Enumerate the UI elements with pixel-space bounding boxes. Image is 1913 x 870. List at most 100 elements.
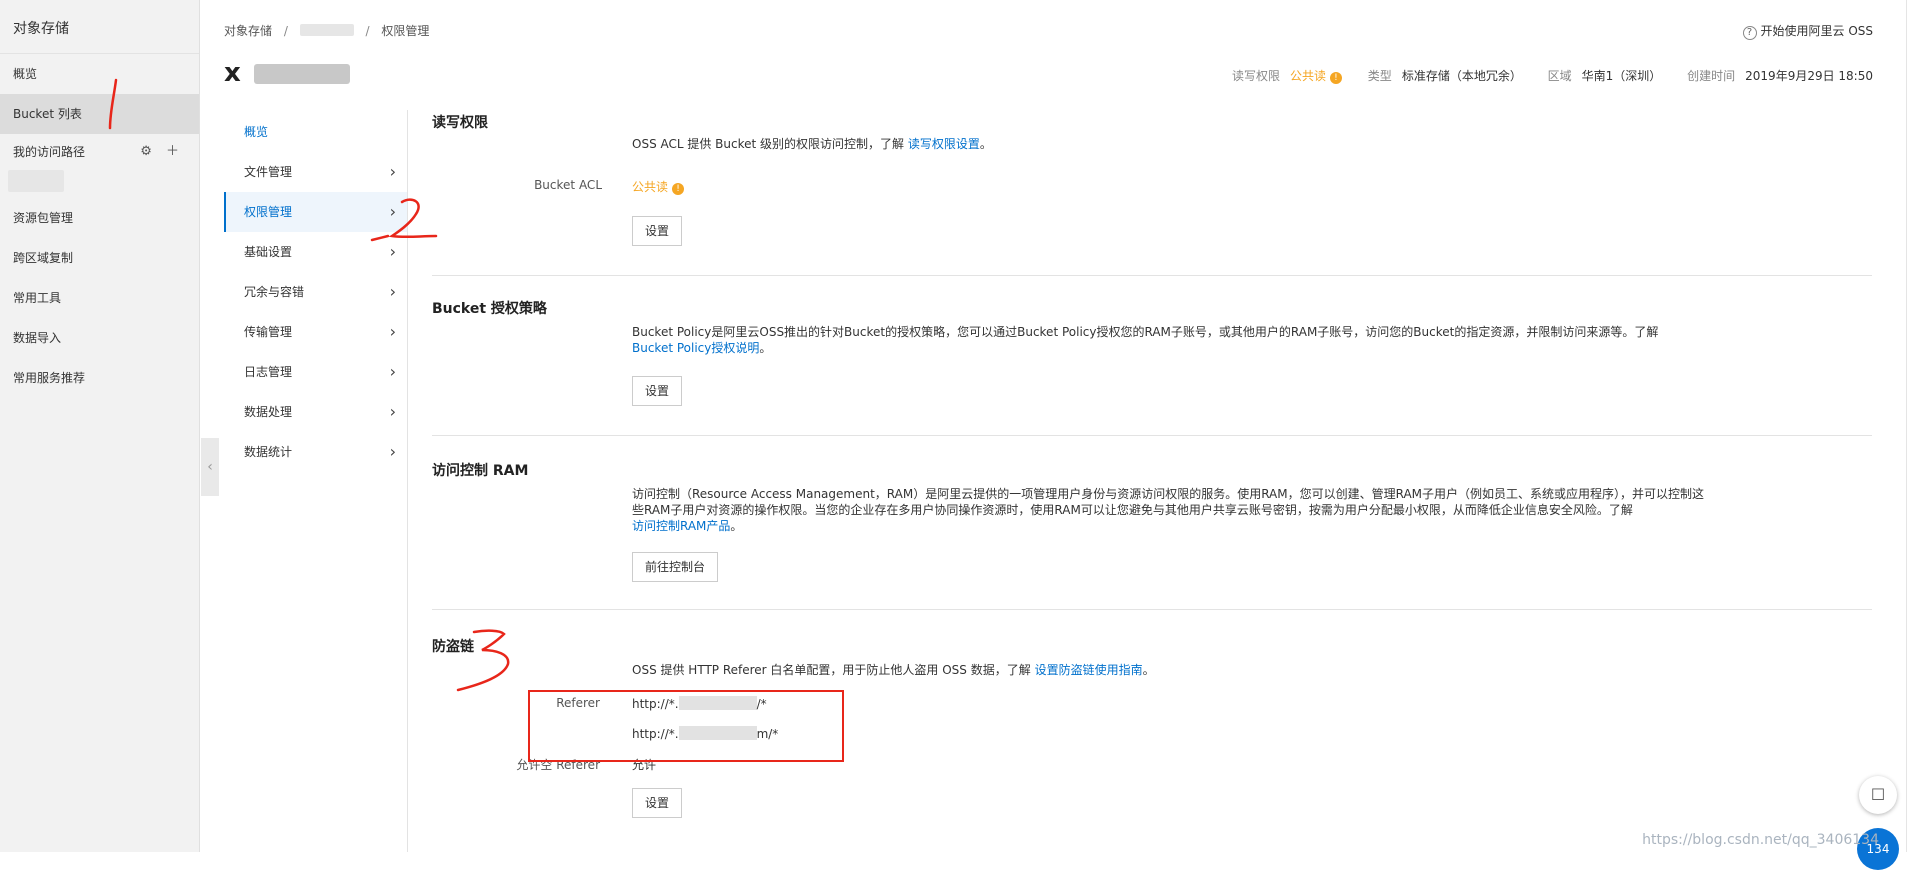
nav-item-my-paths-label: 我的访问路径 bbox=[13, 145, 85, 159]
collapse-sidebar-handle[interactable]: ‹ bbox=[201, 438, 219, 496]
sub-nav-label: 冗余与容错 bbox=[244, 285, 304, 299]
section-read-write-acl: 读写权限 OSS ACL 提供 Bucket 级别的权限访问控制，了解 读写权限… bbox=[432, 104, 1872, 276]
meta-acl-label: 读写权限 bbox=[1232, 69, 1280, 83]
desc-suffix: 。 bbox=[1143, 663, 1155, 677]
section-description: OSS 提供 HTTP Referer 白名单配置，用于防止他人盗用 OSS 数… bbox=[632, 662, 1155, 678]
chevron-right-icon: › bbox=[390, 352, 396, 392]
sub-nav-redundancy[interactable]: 冗余与容错 › bbox=[224, 272, 408, 312]
sub-nav-label: 权限管理 bbox=[244, 205, 292, 219]
bucket-name-initial: x bbox=[224, 58, 241, 88]
sub-nav-overview[interactable]: 概览 bbox=[224, 112, 408, 152]
bucket-policy-settings-button[interactable]: 设置 bbox=[632, 376, 682, 406]
meta-region-value: 华南1（深圳） bbox=[1582, 69, 1662, 83]
meta-region: 区域华南1（深圳） bbox=[1548, 69, 1665, 83]
sub-nav-label: 日志管理 bbox=[244, 365, 292, 379]
section-title: 读写权限 bbox=[432, 112, 488, 132]
meta-acl-value: 公共读 bbox=[1290, 69, 1326, 83]
section-description: 访问控制（Resource Access Management，RAM）是阿里云… bbox=[632, 486, 1732, 534]
get-started-label: 开始使用阿里云 OSS bbox=[1761, 24, 1874, 38]
chevron-left-icon: ‹ bbox=[207, 459, 213, 475]
bucket-name-redacted bbox=[254, 64, 350, 84]
meta-region-label: 区域 bbox=[1548, 69, 1572, 83]
chevron-right-icon: › bbox=[390, 272, 396, 312]
breadcrumb: 对象存储 / / 权限管理 bbox=[224, 22, 429, 39]
warning-icon: ! bbox=[672, 183, 684, 195]
sub-nav-label: 传输管理 bbox=[244, 325, 292, 339]
breadcrumb-bucket-redacted[interactable] bbox=[300, 24, 354, 36]
referer-settings-button[interactable]: 设置 bbox=[632, 788, 682, 818]
chevron-right-icon: › bbox=[390, 152, 396, 192]
sub-nav-file-management[interactable]: 文件管理 › bbox=[224, 152, 408, 192]
plus-icon[interactable]: ＋ bbox=[166, 144, 179, 159]
bucket-name: x bbox=[224, 58, 354, 86]
desc-text: OSS 提供 HTTP Referer 白名单配置，用于防止他人盗用 OSS 数… bbox=[632, 663, 1031, 677]
nav-title: 对象存储 bbox=[0, 0, 199, 54]
nav-item-resource-packages[interactable]: 资源包管理 bbox=[0, 198, 199, 238]
nav-path-placeholder bbox=[0, 170, 199, 198]
section-description: Bucket Policy是阿里云OSS推出的针对Bucket的授权策略，您可以… bbox=[632, 324, 1692, 356]
section-description: OSS ACL 提供 Bucket 级别的权限访问控制，了解 读写权限设置。 bbox=[632, 136, 992, 152]
sub-nav-log-management[interactable]: 日志管理 › bbox=[224, 352, 408, 392]
desc-text: OSS ACL 提供 Bucket 级别的权限访问控制，了解 bbox=[632, 137, 904, 151]
nav-item-my-paths[interactable]: 我的访问路径 ⚙ ＋ bbox=[0, 134, 199, 170]
hotlink-guide-link[interactable]: 设置防盗链使用指南 bbox=[1035, 663, 1143, 677]
breadcrumb-separator: / bbox=[366, 24, 370, 38]
section-title: Bucket 授权策略 bbox=[432, 298, 547, 318]
sub-nav-label: 数据统计 bbox=[244, 445, 292, 459]
meta-type: 类型标准存储（本地冗余） bbox=[1368, 69, 1526, 83]
gear-icon[interactable]: ⚙ bbox=[140, 144, 152, 159]
bucket-sub-nav: 概览 文件管理› 权限管理› 基础设置› 冗余与容错› 传输管理› 日志管理› … bbox=[224, 112, 408, 472]
chevron-right-icon: › bbox=[390, 312, 396, 352]
sub-nav-data-processing[interactable]: 数据处理 › bbox=[224, 392, 408, 432]
annotation-mark-2 bbox=[368, 196, 440, 246]
bucket-acl-value: 公共读! bbox=[632, 178, 684, 195]
sub-nav-transfer-management[interactable]: 传输管理 › bbox=[224, 312, 408, 352]
scrollbar-track[interactable] bbox=[1906, 0, 1907, 852]
meta-created-label: 创建时间 bbox=[1687, 69, 1735, 83]
meta-created-value: 2019年9月29日 18:50 bbox=[1745, 69, 1873, 83]
meta-acl: 读写权限公共读! bbox=[1232, 69, 1346, 83]
redacted-path bbox=[8, 170, 64, 192]
desc-text: Bucket Policy是阿里云OSS推出的针对Bucket的授权策略，您可以… bbox=[632, 325, 1658, 339]
sub-nav-label: 概览 bbox=[244, 125, 268, 139]
desc-suffix: 。 bbox=[980, 137, 992, 151]
acl-settings-link[interactable]: 读写权限设置 bbox=[908, 137, 980, 151]
bucket-meta-bar: 读写权限公共读! 类型标准存储（本地冗余） 区域华南1（深圳） 创建时间 2019… bbox=[1210, 67, 1873, 84]
chat-float-button[interactable]: ☐ bbox=[1859, 776, 1897, 814]
meta-type-label: 类型 bbox=[1368, 69, 1392, 83]
acl-settings-button[interactable]: 设置 bbox=[632, 216, 682, 246]
warning-icon: ! bbox=[1330, 72, 1342, 84]
bucket-acl-value-text: 公共读 bbox=[632, 180, 668, 194]
go-to-console-button[interactable]: 前往控制台 bbox=[632, 552, 718, 582]
sub-nav-label: 文件管理 bbox=[244, 165, 292, 179]
nav-item-cross-region-replication[interactable]: 跨区域复制 bbox=[0, 238, 199, 278]
desc-suffix: 。 bbox=[759, 341, 771, 355]
question-circle-icon: ? bbox=[1743, 26, 1757, 40]
watermark: https://blog.csdn.net/qq_3406134 bbox=[1642, 832, 1879, 848]
meta-type-value: 标准存储（本地冗余） bbox=[1402, 69, 1522, 83]
section-title: 访问控制 RAM bbox=[432, 460, 528, 480]
nav-item-common-tools[interactable]: 常用工具 bbox=[0, 278, 199, 318]
chevron-right-icon: › bbox=[390, 432, 396, 472]
nav-tools: ⚙ ＋ bbox=[130, 134, 179, 170]
annotation-mark-1 bbox=[96, 76, 126, 132]
nav-item-data-import[interactable]: 数据导入 bbox=[0, 318, 199, 358]
sub-nav-data-statistics[interactable]: 数据统计 › bbox=[224, 432, 408, 472]
sub-nav-label: 数据处理 bbox=[244, 405, 292, 419]
sub-nav-label: 基础设置 bbox=[244, 245, 292, 259]
desc-line: 访问控制（Resource Access Management，RAM）是阿里云… bbox=[632, 487, 1704, 501]
section-bucket-policy: Bucket 授权策略 Bucket Policy是阿里云OSS推出的针对Buc… bbox=[432, 276, 1872, 436]
breadcrumb-separator: / bbox=[284, 24, 288, 38]
chat-icon: ☐ bbox=[1871, 785, 1885, 804]
bucket-policy-doc-link[interactable]: Bucket Policy授权说明 bbox=[632, 341, 759, 355]
nav-item-recommended-services[interactable]: 常用服务推荐 bbox=[0, 358, 199, 398]
meta-created: 创建时间 2019年9月29日 18:50 bbox=[1687, 69, 1873, 83]
breadcrumb-root[interactable]: 对象存储 bbox=[224, 24, 272, 38]
annotation-mark-3 bbox=[452, 628, 524, 698]
desc-line: 些RAM子用户对资源的操作权限。当您的企业存在多用户协同操作资源时，使用RAM可… bbox=[632, 503, 1633, 517]
breadcrumb-current: 权限管理 bbox=[381, 24, 429, 38]
ram-product-link[interactable]: 访问控制RAM产品 bbox=[632, 519, 730, 533]
desc-suffix: 。 bbox=[730, 519, 742, 533]
get-started-link[interactable]: ? 开始使用阿里云 OSS bbox=[1743, 22, 1874, 40]
chevron-right-icon: › bbox=[390, 392, 396, 432]
